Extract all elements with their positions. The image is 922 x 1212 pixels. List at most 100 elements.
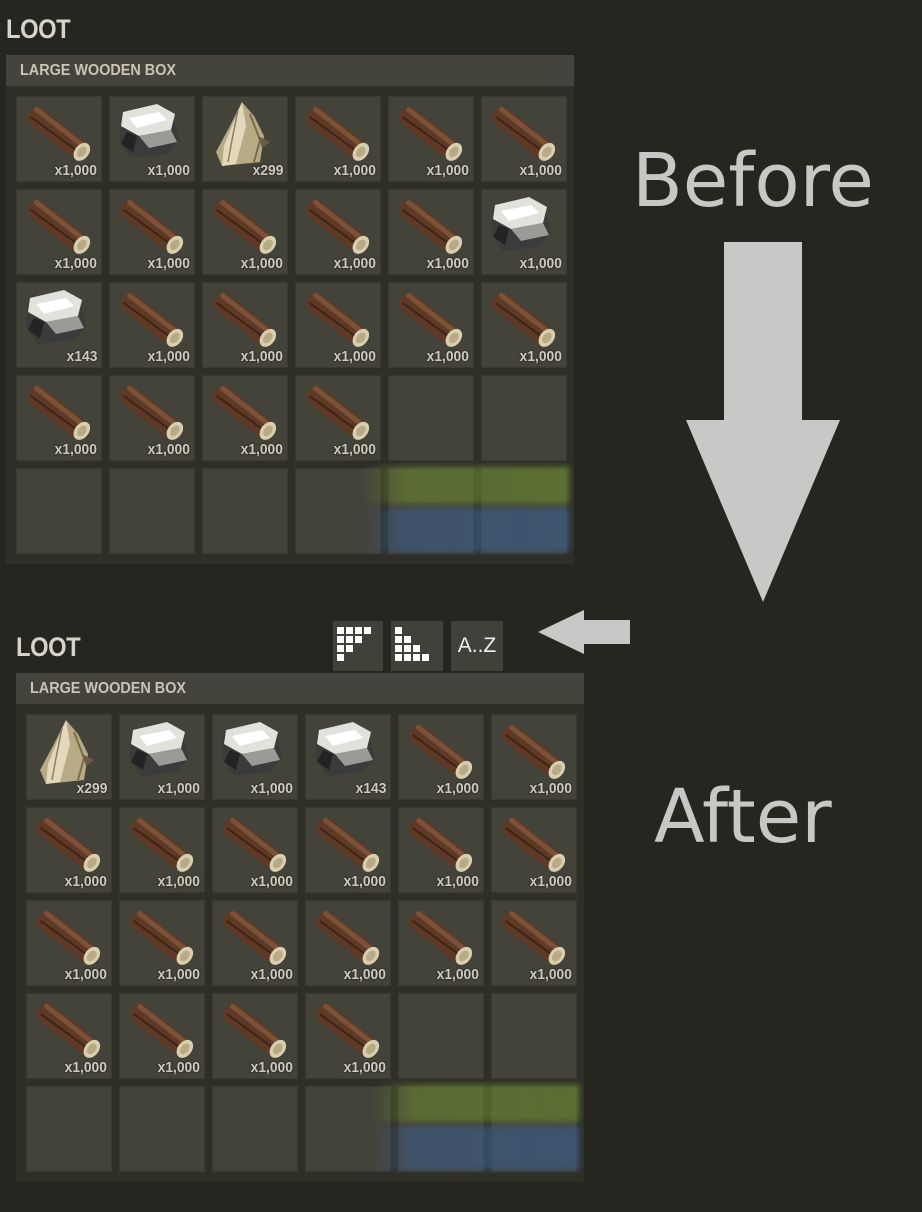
inventory-slot-wood[interactable]: x1,000 [212,993,298,1079]
item-quantity: x143 [355,780,386,797]
container-name: LARGE WOODEN BOX [30,680,187,697]
inventory-slot-wood[interactable]: x1,000 [305,993,391,1079]
item-quantity: x1,000 [333,255,376,272]
inventory-slot-wood[interactable]: x1,000 [109,189,195,275]
inventory-slot-wood[interactable]: x1,000 [481,96,567,182]
inventory-slot-cloth[interactable]: x299 [202,96,288,182]
inventory-slot-cloth[interactable]: x299 [26,714,112,800]
item-quantity: x1,000 [436,873,479,890]
inventory-slot-empty[interactable] [119,1086,205,1172]
inventory-slot-wood[interactable]: x1,000 [109,282,195,368]
inventory-slot-wood[interactable]: x1,000 [212,807,298,893]
inventory-slot-stones[interactable]: x1,000 [119,714,205,800]
inventory-slot-empty[interactable] [398,993,484,1079]
drop-button[interactable] [372,1126,580,1170]
loot-all-button[interactable] [372,1084,580,1122]
inventory-slot-wood[interactable]: x1,000 [491,714,577,800]
item-quantity: x1,000 [529,966,572,983]
item-quantity: x1,000 [250,966,293,983]
inventory-slot-wood[interactable]: x1,000 [16,189,102,275]
item-quantity: x1,000 [54,441,97,458]
inventory-slot-wood[interactable]: x1,000 [119,993,205,1079]
item-quantity: x1,000 [426,348,469,365]
inventory-slot-wood[interactable]: x1,000 [481,282,567,368]
inventory-slot-wood[interactable]: x1,000 [212,900,298,986]
panel-title: LOOT [6,14,71,44]
inventory-slot-wood[interactable]: x1,000 [295,96,381,182]
inventory-slot-empty[interactable] [212,1086,298,1172]
inventory-slot-wood[interactable]: x1,000 [119,807,205,893]
inventory-slot-wood[interactable]: x1,000 [491,807,577,893]
inventory-slot-wood[interactable]: x1,000 [388,96,474,182]
inventory-slot-wood[interactable]: x1,000 [295,375,381,461]
item-quantity: x1,000 [147,162,190,179]
inventory-slot-wood[interactable]: x1,000 [388,189,474,275]
inventory-slot-wood[interactable]: x1,000 [305,900,391,986]
item-quantity: x1,000 [64,1059,107,1076]
item-quantity: x1,000 [147,441,190,458]
item-quantity: x1,000 [147,348,190,365]
inventory-slot-empty[interactable] [481,375,567,461]
sort-stack-button[interactable] [391,621,443,671]
sort-fill-icon [337,627,371,661]
item-quantity: x1,000 [333,348,376,365]
sort-alphabetical-button[interactable]: A..Z [451,621,503,671]
inventory-slot-empty[interactable] [26,1086,112,1172]
item-quantity: x299 [76,780,107,797]
item-quantity: x1,000 [64,966,107,983]
item-quantity: x299 [252,162,283,179]
container-header: LARGE WOODEN BOX [16,673,584,704]
sort-stack-icon [395,627,429,661]
inventory-slot-empty[interactable] [16,468,102,554]
item-quantity: x1,000 [240,348,283,365]
inventory-slot-wood[interactable]: x1,000 [16,375,102,461]
inventory-slot-stones[interactable]: x1,000 [481,189,567,275]
inventory-slot-wood[interactable]: x1,000 [398,807,484,893]
item-quantity: x1,000 [240,441,283,458]
inventory-slot-wood[interactable]: x1,000 [398,900,484,986]
inventory-slot-wood[interactable]: x1,000 [202,189,288,275]
item-quantity: x1,000 [147,255,190,272]
inventory-slot-empty[interactable] [388,375,474,461]
inventory-slot-wood[interactable]: x1,000 [305,807,391,893]
inventory-slot-stones[interactable]: x143 [305,714,391,800]
inventory-slot-empty[interactable] [202,468,288,554]
item-quantity: x1,000 [519,348,562,365]
inventory-slot-wood[interactable]: x1,000 [16,96,102,182]
loot-all-button[interactable] [362,466,570,504]
sort-fill-button[interactable] [333,621,383,671]
inventory-slot-wood[interactable]: x1,000 [388,282,474,368]
inventory-slot-empty[interactable] [109,468,195,554]
item-quantity: x1,000 [426,255,469,272]
item-quantity: x1,000 [64,873,107,890]
inventory-slot-stones[interactable]: x1,000 [212,714,298,800]
inventory-slot-wood[interactable]: x1,000 [109,375,195,461]
inventory-slot-wood[interactable]: x1,000 [202,375,288,461]
item-quantity: x1,000 [519,162,562,179]
item-quantity: x1,000 [333,441,376,458]
inventory-slot-wood[interactable]: x1,000 [491,900,577,986]
item-quantity: x1,000 [343,966,386,983]
item-quantity: x1,000 [426,162,469,179]
item-quantity: x1,000 [343,1059,386,1076]
inventory-slot-empty[interactable] [491,993,577,1079]
inventory-slot-stones[interactable]: x143 [16,282,102,368]
inventory-slot-wood[interactable]: x1,000 [398,714,484,800]
inventory-slot-wood[interactable]: x1,000 [295,282,381,368]
inventory-slot-wood[interactable]: x1,000 [295,189,381,275]
item-quantity: x1,000 [240,255,283,272]
inventory-slot-wood[interactable]: x1,000 [119,900,205,986]
item-quantity: x1,000 [54,162,97,179]
item-quantity: x1,000 [250,873,293,890]
arrow-left-icon [538,610,630,654]
item-quantity: x1,000 [529,873,572,890]
inventory-slot-stones[interactable]: x1,000 [109,96,195,182]
panel-title: LOOT [16,632,81,662]
inventory-slot-wood[interactable]: x1,000 [26,900,112,986]
inventory-slot-wood[interactable]: x1,000 [26,993,112,1079]
drop-button[interactable] [362,508,570,552]
inventory-slot-wood[interactable]: x1,000 [26,807,112,893]
item-quantity: x1,000 [250,1059,293,1076]
inventory-slot-wood[interactable]: x1,000 [202,282,288,368]
item-quantity: x1,000 [436,780,479,797]
